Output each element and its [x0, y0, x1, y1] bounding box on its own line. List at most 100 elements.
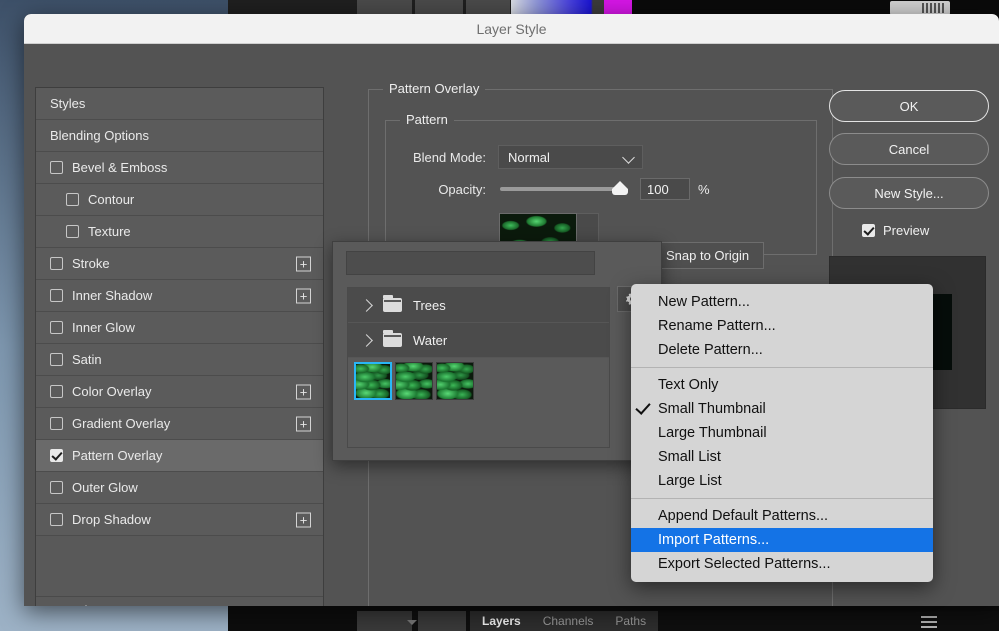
- style-checkbox[interactable]: [50, 513, 63, 526]
- style-checkbox[interactable]: [50, 417, 63, 430]
- menu-item-text-only[interactable]: Text Only: [631, 373, 933, 397]
- pattern-thumbnail-image: [396, 363, 432, 399]
- pattern-group-water[interactable]: Water: [348, 323, 609, 358]
- style-row-color-overlay[interactable]: Color Overlay +: [36, 376, 323, 408]
- opacity-slider[interactable]: [500, 181, 628, 195]
- style-row-label: Color Overlay: [72, 384, 152, 399]
- style-row-texture[interactable]: Texture: [36, 216, 323, 248]
- add-effect-icon[interactable]: +: [296, 512, 311, 527]
- style-checkbox[interactable]: [50, 481, 63, 494]
- opacity-input[interactable]: 100: [640, 178, 690, 200]
- pattern-thumbnail-image: [437, 363, 473, 399]
- check-icon: [635, 399, 651, 415]
- pattern-group-label: Water: [413, 332, 448, 348]
- chevron-right-icon[interactable]: [360, 333, 373, 347]
- add-effect-icon[interactable]: +: [296, 288, 311, 303]
- style-checkbox[interactable]: [50, 449, 63, 462]
- style-row-gradient-overlay[interactable]: Gradient Overlay +: [36, 408, 323, 440]
- pattern-thumbnail-row[interactable]: [348, 358, 609, 400]
- folder-icon: [383, 330, 402, 347]
- preview-checkbox-row[interactable]: Preview: [862, 223, 929, 238]
- tab-channels[interactable]: Channels: [543, 614, 594, 628]
- style-row-satin[interactable]: Satin: [36, 344, 323, 376]
- menu-item-new-pattern[interactable]: New Pattern...: [631, 290, 933, 314]
- blend-mode-select[interactable]: Normal: [498, 145, 643, 169]
- cancel-label: Cancel: [888, 141, 930, 157]
- style-row-outer-glow[interactable]: Outer Glow: [36, 472, 323, 504]
- chevron-right-icon[interactable]: [360, 298, 373, 312]
- pattern-group-list[interactable]: Trees Water: [347, 287, 610, 448]
- style-row-stroke[interactable]: Stroke +: [36, 248, 323, 280]
- screenshot-root: Layers Channels Paths Layer Style Styles…: [0, 0, 999, 631]
- style-row-blending-options[interactable]: Blending Options: [36, 120, 323, 152]
- menu-item-small-list[interactable]: Small List: [631, 445, 933, 469]
- menu-item-rename-pattern[interactable]: Rename Pattern...: [631, 314, 933, 338]
- style-row-contour[interactable]: Contour: [36, 184, 323, 216]
- style-checkbox[interactable]: [50, 353, 63, 366]
- move-down-icon[interactable]: [112, 605, 128, 606]
- menu-item-export-selected-patterns[interactable]: Export Selected Patterns...: [631, 552, 933, 576]
- style-checkbox[interactable]: [66, 193, 79, 206]
- pattern-group-trees[interactable]: Trees: [348, 288, 609, 323]
- styles-footer-toolbar: fx: [36, 596, 323, 606]
- styles-list[interactable]: Styles Blending Options Bevel & Emboss Cont…: [36, 88, 323, 597]
- menu-item-large-list[interactable]: Large List: [631, 469, 933, 493]
- style-row-pattern-overlay[interactable]: Pattern Overlay: [36, 440, 323, 472]
- preview-label: Preview: [883, 223, 930, 238]
- pattern-options-context-menu[interactable]: New Pattern... Rename Pattern... Delete Pa…: [631, 284, 933, 582]
- ok-button[interactable]: OK: [829, 90, 989, 122]
- preview-checkbox[interactable]: [862, 224, 875, 237]
- pattern-search-input[interactable]: [346, 251, 595, 275]
- menu-item-label: Import Patterns...: [658, 532, 770, 548]
- cancel-button[interactable]: Cancel: [829, 133, 989, 165]
- snap-to-origin-button[interactable]: Snap to Origin: [651, 241, 765, 269]
- tab-paths[interactable]: Paths: [615, 614, 646, 628]
- opacity-slider-thumb[interactable]: [612, 181, 628, 195]
- tab-layers[interactable]: Layers: [482, 614, 521, 628]
- menu-item-label: Export Selected Patterns...: [658, 556, 831, 572]
- new-style-button[interactable]: New Style...: [829, 177, 989, 209]
- add-effect-icon[interactable]: +: [296, 416, 311, 431]
- pattern-subgroup: Pattern Blend Mode: Normal Opacity: 100 …: [385, 112, 817, 297]
- menu-item-label: New Pattern...: [658, 294, 750, 310]
- menu-item-import-patterns[interactable]: Import Patterns...: [631, 528, 933, 552]
- style-checkbox[interactable]: [50, 257, 63, 270]
- pattern-thumbnail[interactable]: [436, 362, 474, 400]
- style-row-label: Inner Shadow: [72, 288, 153, 303]
- trash-icon[interactable]: [297, 606, 311, 607]
- style-row-label: Texture: [88, 224, 131, 239]
- style-row-inner-shadow[interactable]: Inner Shadow +: [36, 280, 323, 312]
- bg-bottom-chip-1: [357, 611, 412, 631]
- style-row-label: Satin: [72, 352, 102, 367]
- move-up-icon[interactable]: [78, 605, 95, 606]
- add-effect-icon[interactable]: +: [296, 384, 311, 399]
- style-row-drop-shadow[interactable]: Drop Shadow +: [36, 504, 323, 536]
- menu-item-large-thumbnail[interactable]: Large Thumbnail: [631, 421, 933, 445]
- opacity-label: Opacity:: [438, 181, 486, 197]
- menu-item-delete-pattern[interactable]: Delete Pattern...: [631, 338, 933, 362]
- menu-item-label: Large List: [658, 473, 722, 489]
- menu-item-append-default-patterns[interactable]: Append Default Patterns...: [631, 504, 933, 528]
- style-row-label: Contour: [88, 192, 135, 207]
- fx-icon[interactable]: fx: [48, 604, 60, 606]
- menu-item-small-thumbnail[interactable]: Small Thumbnail: [631, 397, 933, 421]
- pattern-overlay-title: Pattern Overlay: [383, 81, 486, 96]
- add-effect-icon[interactable]: +: [296, 256, 311, 271]
- style-checkbox[interactable]: [66, 225, 79, 238]
- style-checkbox[interactable]: [50, 385, 63, 398]
- pattern-thumbnail[interactable]: [395, 362, 433, 400]
- style-checkbox[interactable]: [50, 161, 63, 174]
- opacity-unit: %: [698, 181, 710, 197]
- style-row-styles[interactable]: Styles: [36, 88, 323, 120]
- style-row-bevel-emboss[interactable]: Bevel & Emboss: [36, 152, 323, 184]
- menu-item-label: Large Thumbnail: [658, 425, 767, 441]
- style-row-inner-glow[interactable]: Inner Glow: [36, 312, 323, 344]
- panel-menu-icon[interactable]: [921, 616, 937, 628]
- panel-tabs[interactable]: Layers Channels Paths: [470, 611, 659, 631]
- menu-item-label: Small List: [658, 449, 721, 465]
- style-checkbox[interactable]: [50, 321, 63, 334]
- style-checkbox[interactable]: [50, 289, 63, 302]
- pattern-thumbnail[interactable]: [354, 362, 392, 400]
- blend-mode-row: Blend Mode: Normal: [400, 145, 643, 169]
- pattern-picker-popup: Trees Water: [332, 241, 662, 461]
